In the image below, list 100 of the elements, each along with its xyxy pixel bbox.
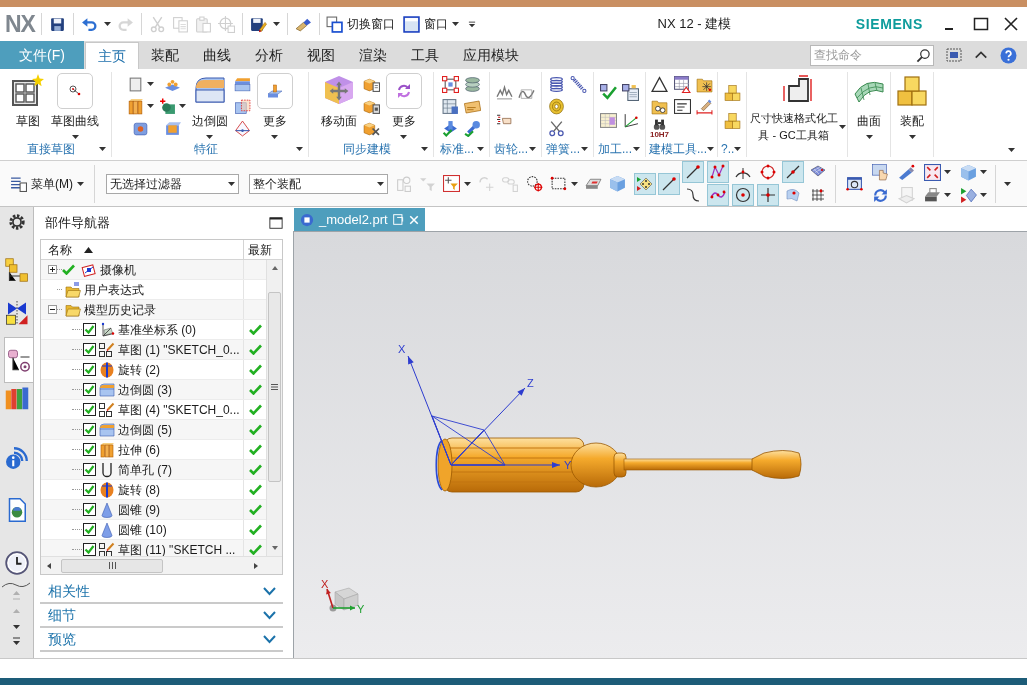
save-icon[interactable]	[48, 15, 66, 33]
tree-row[interactable]: 草图 (1) "SKETCH_0...	[41, 340, 266, 360]
caret-icon[interactable]	[77, 181, 84, 186]
caret-icon[interactable]	[477, 147, 484, 151]
snap-toggle[interactable]	[658, 172, 680, 195]
ribbon-tab[interactable]: 分析	[243, 42, 295, 69]
pencil-icon[interactable]	[898, 163, 915, 181]
checkbox[interactable]	[83, 343, 96, 356]
ribbon-tab[interactable]: 装配	[139, 42, 191, 69]
ribbon-tab[interactable]: 工具	[399, 42, 451, 69]
caret-icon[interactable]	[571, 181, 578, 186]
axes-icon[interactable]	[622, 111, 639, 129]
draft-icon[interactable]	[233, 119, 251, 137]
snap-toggle[interactable]	[707, 184, 729, 206]
caret-icon[interactable]	[865, 135, 873, 139]
wrench-icon[interactable]	[464, 119, 481, 137]
extension-spring-icon[interactable]	[570, 75, 587, 93]
tree-row[interactable]: 草图 (11) "SKETCH ...	[41, 540, 266, 556]
caret-icon[interactable]	[99, 147, 106, 151]
caret-icon[interactable]	[734, 147, 742, 151]
caret-icon[interactable]	[272, 22, 280, 26]
spring-icon[interactable]	[548, 75, 565, 93]
blocks-icon[interactable]	[723, 111, 741, 129]
scroll-thumb[interactable]	[61, 558, 163, 573]
column-header[interactable]: 最新	[243, 240, 282, 259]
checkbox[interactable]	[83, 363, 96, 376]
ribbon-tab[interactable]: 主页	[85, 42, 139, 69]
help-icon[interactable]	[1000, 46, 1017, 64]
caret-icon[interactable]	[980, 170, 987, 174]
point-filter-icon[interactable]	[443, 175, 460, 192]
tree-row[interactable]: 摄像机	[41, 260, 266, 280]
snap-toggle[interactable]	[732, 184, 754, 206]
triangle-icon[interactable]	[651, 75, 668, 93]
caret-icon[interactable]	[529, 147, 536, 151]
command-search-field[interactable]: 查找命令	[810, 44, 934, 66]
tree-row[interactable]: 边倒圆 (3)	[41, 380, 266, 400]
table-icon[interactable]	[442, 97, 459, 115]
table-icon[interactable]	[674, 75, 692, 93]
checkbox[interactable]	[83, 383, 96, 396]
gallery-button[interactable]: 草图曲线	[50, 72, 100, 139]
section-header[interactable]: 细节	[40, 604, 283, 628]
checkbox[interactable]	[83, 503, 96, 516]
navigator-tab[interactable]	[4, 337, 33, 383]
rectangle-select-icon[interactable]	[550, 175, 567, 192]
tree-row[interactable]: 草图 (4) "SKETCH_0...	[41, 400, 266, 420]
gallery-button[interactable]: 更多	[384, 72, 423, 139]
caret-icon[interactable]	[206, 135, 213, 139]
save-pencil-icon[interactable]	[249, 15, 267, 33]
tree-row[interactable]: 简单孔 (7)	[41, 460, 266, 480]
tree-row[interactable]: 圆锥 (9)	[41, 500, 266, 520]
restore-icon[interactable]	[393, 214, 404, 225]
tree-row[interactable]: 旋转 (8)	[41, 480, 266, 500]
card-icon[interactable]	[464, 97, 481, 115]
refresh-icon[interactable]	[872, 186, 889, 204]
ribbon-button[interactable]: 尺寸快速格式化工具 - GC工具箱	[748, 72, 846, 144]
fit-view-icon[interactable]	[846, 175, 863, 192]
fastener-icon[interactable]	[442, 119, 459, 137]
ribbon-tab[interactable]: 应用模块	[451, 42, 531, 69]
caret-icon[interactable]	[296, 147, 303, 151]
expand-icon[interactable]	[924, 163, 941, 181]
close-icon[interactable]	[1003, 16, 1019, 32]
caret-icon[interactable]	[400, 135, 407, 139]
checkbox[interactable]	[83, 443, 96, 456]
scissors-icon[interactable]	[548, 119, 565, 137]
window-icon[interactable]	[946, 47, 962, 63]
caret-icon[interactable]	[228, 181, 235, 186]
note-icon[interactable]	[674, 97, 692, 115]
menu-button[interactable]: 菜单(M)	[10, 174, 84, 193]
caret-icon[interactable]	[451, 22, 459, 26]
gear-profile-icon[interactable]	[496, 83, 513, 101]
unite-icon[interactable]	[158, 97, 176, 115]
caret-icon[interactable]	[377, 181, 384, 186]
snap-toggle[interactable]	[782, 161, 804, 183]
window-menu-button[interactable]: 窗口	[402, 15, 459, 33]
caret-icon[interactable]	[178, 104, 186, 108]
checkbox[interactable]	[83, 543, 96, 556]
shell-icon[interactable]	[163, 119, 181, 137]
caret-icon[interactable]	[944, 170, 951, 174]
caret-icon[interactable]	[146, 104, 154, 108]
search-icon[interactable]	[916, 47, 931, 63]
ribbon-button[interactable]: 移动面	[319, 72, 358, 128]
blocks-icon[interactable]	[723, 83, 741, 101]
splitter-icon[interactable]	[1, 581, 31, 589]
frame-icon[interactable]	[442, 75, 459, 93]
snap-toggle[interactable]	[682, 161, 704, 183]
customize-icon[interactable]	[466, 19, 477, 29]
checkbox[interactable]	[83, 323, 96, 336]
switch-window-button[interactable]: 切换窗口	[325, 15, 395, 33]
vertical-scrollbar[interactable]	[266, 260, 282, 556]
expander-icon[interactable]	[48, 265, 57, 274]
document-icon[interactable]	[622, 83, 639, 101]
tree-row[interactable]: 边倒圆 (5)	[41, 420, 266, 440]
ribbon-button[interactable]: 曲面	[852, 72, 886, 139]
caret-icon[interactable]	[980, 193, 987, 197]
play-icon[interactable]	[960, 186, 977, 204]
tree-row[interactable]: 基准坐标系 (0)	[41, 320, 266, 340]
checkbox[interactable]	[83, 463, 96, 476]
grid-icon[interactable]	[600, 111, 617, 129]
snap-toggle[interactable]	[634, 172, 656, 195]
chamfer-icon[interactable]	[233, 75, 251, 93]
